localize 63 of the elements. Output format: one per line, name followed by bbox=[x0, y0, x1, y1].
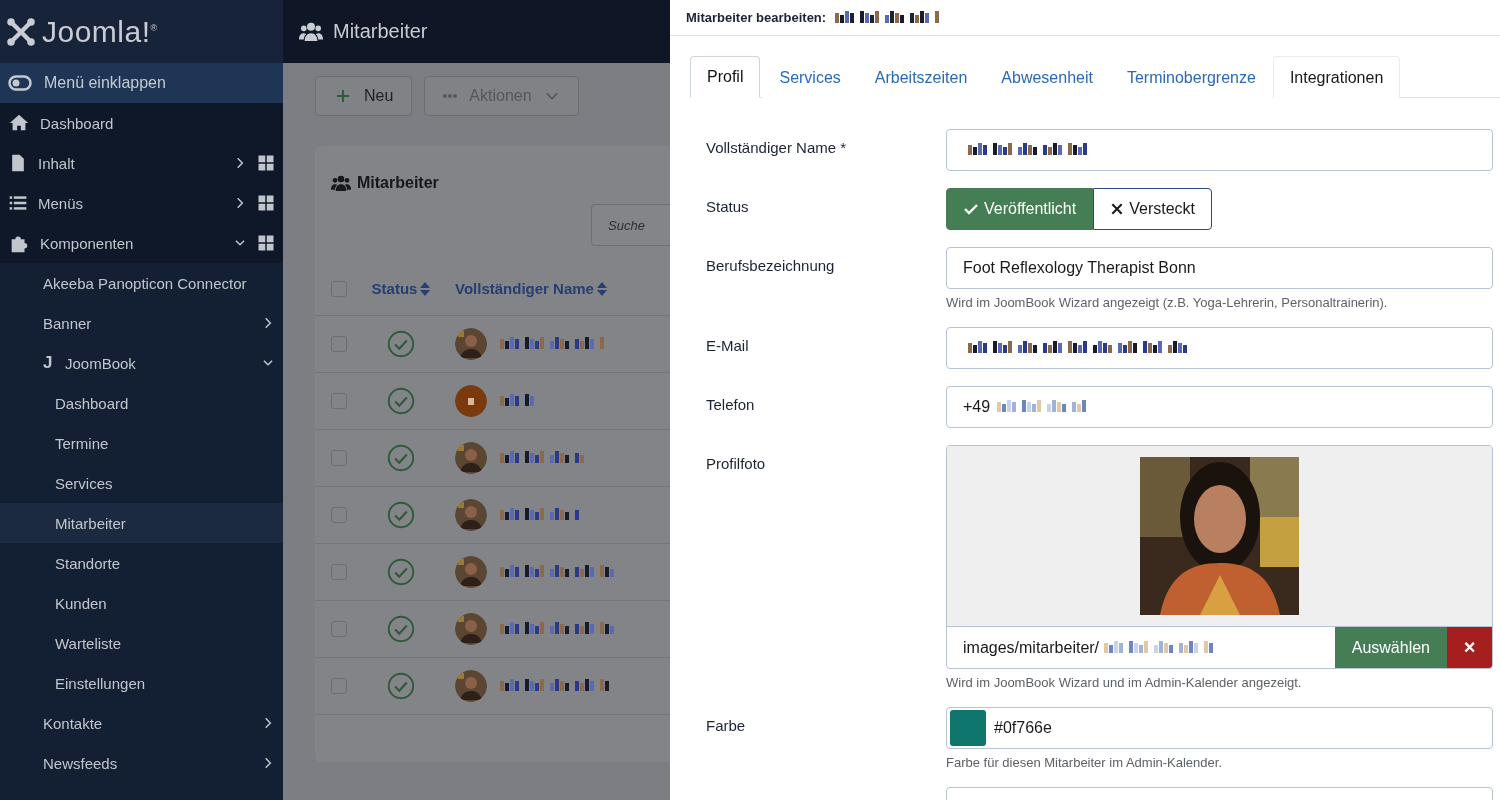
search-field[interactable]: Suche bbox=[591, 204, 670, 246]
grid-icon bbox=[257, 234, 275, 252]
sidebar-item[interactable]: Dashboard bbox=[0, 103, 283, 143]
field-hint: Wird im JoomBook Wizard und im Admin-Kalender angezeigt. bbox=[946, 675, 1303, 690]
field-label: Berufsbezeichnung bbox=[706, 256, 836, 276]
card-title: Mitarbeiter bbox=[357, 174, 439, 192]
toggle-icon bbox=[8, 75, 32, 91]
check-circle-icon bbox=[387, 330, 415, 358]
page-title: Mitarbeiter bbox=[333, 20, 428, 43]
field-label: Vollständiger Name * bbox=[706, 138, 848, 158]
select-button[interactable]: Auswählen bbox=[1334, 627, 1447, 668]
text-field[interactable]: Foot Reflexology Therapist Bonn bbox=[946, 247, 1493, 289]
ellipsis-icon bbox=[443, 93, 458, 99]
new-button[interactable]: Neu bbox=[315, 76, 413, 116]
collapse-menu-toggle[interactable]: Menü einklappen bbox=[0, 63, 283, 103]
logo-text: Joomla!$^{®}$ bbox=[42, 14, 158, 49]
row-checkbox[interactable] bbox=[331, 678, 347, 694]
row-checkbox[interactable] bbox=[331, 564, 347, 580]
status-toggle-button[interactable]: Veröffentlicht bbox=[946, 188, 1094, 230]
row-checkbox[interactable] bbox=[331, 450, 347, 466]
list-icon bbox=[8, 193, 28, 213]
field-label: Farbe bbox=[706, 716, 747, 736]
row-checkbox[interactable] bbox=[331, 336, 347, 352]
logo-icon bbox=[6, 16, 36, 47]
sort-icon bbox=[420, 281, 431, 296]
close-icon bbox=[1110, 202, 1125, 216]
check-circle-icon bbox=[387, 501, 415, 529]
select-all-checkbox[interactable] bbox=[331, 280, 347, 297]
check-circle-icon bbox=[387, 615, 415, 643]
users-icon bbox=[299, 21, 323, 42]
tab[interactable]: Profil bbox=[690, 56, 761, 98]
row-checkbox[interactable] bbox=[331, 621, 347, 637]
text-field[interactable]: +49 bbox=[946, 386, 1493, 428]
users-icon bbox=[331, 175, 351, 191]
grid-icon bbox=[257, 194, 275, 212]
text-field[interactable] bbox=[946, 327, 1493, 369]
sidebar-item[interactable]: Menüs bbox=[0, 183, 283, 223]
field-label: Profilfoto bbox=[706, 454, 767, 474]
tab[interactable]: Integrationen bbox=[1272, 56, 1401, 98]
row-checkbox[interactable] bbox=[331, 507, 347, 523]
status-toggle-button[interactable]: Versteckt bbox=[1093, 188, 1213, 230]
grid-icon bbox=[257, 154, 275, 172]
sidebar-item[interactable]: Komponenten bbox=[0, 223, 283, 263]
plus-icon bbox=[334, 87, 352, 105]
check-circle-icon bbox=[387, 558, 415, 586]
sort-icon bbox=[596, 281, 607, 296]
check-icon bbox=[963, 201, 979, 217]
image-path-field[interactable]: images/mitarbeiter/ bbox=[947, 627, 1335, 668]
modal-title: Mitarbeiter bearbeiten: bbox=[686, 10, 827, 25]
field-hint: Wird im JoomBook Wizard angezeigt (z.B. Yoga-Lehrerin, Personaltrainerin). bbox=[946, 295, 1389, 310]
field-label: Telefon bbox=[706, 395, 756, 415]
check-circle-icon bbox=[387, 444, 415, 472]
clear-button[interactable]: × bbox=[1447, 627, 1492, 668]
row-checkbox[interactable] bbox=[331, 393, 347, 409]
check-circle-icon bbox=[387, 672, 415, 700]
color-field[interactable]: #0f766e bbox=[946, 707, 1493, 749]
sidebar-item[interactable]: Mitarbeiter bbox=[0, 503, 283, 543]
field-label: E-Mail bbox=[706, 336, 750, 356]
field-label: Status bbox=[706, 197, 750, 217]
check-circle-icon bbox=[387, 387, 415, 415]
sidebar-item[interactable]: Inhalt bbox=[0, 143, 283, 183]
field-hint: Farbe für diesen Mitarbeiter im Admin-Kalender. bbox=[946, 755, 1223, 770]
text-field[interactable] bbox=[946, 129, 1493, 171]
